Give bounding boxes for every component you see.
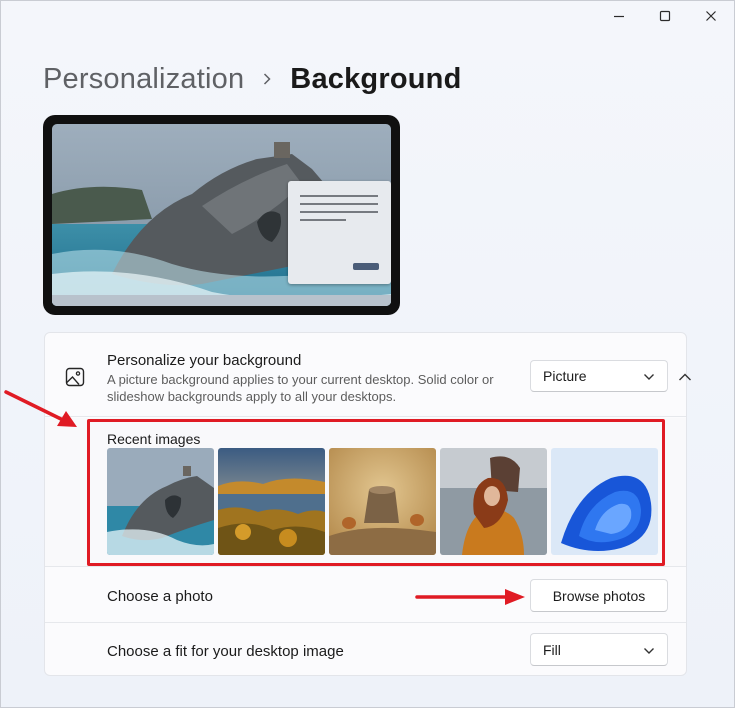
preview-taskbar	[52, 295, 391, 306]
breadcrumb: Personalization Background	[43, 59, 461, 99]
chevron-right-icon	[262, 72, 272, 86]
personalize-background-description: A picture background applies to your cur…	[107, 372, 494, 404]
maximize-button[interactable]	[642, 1, 688, 31]
recent-image-blue-bloom[interactable]	[551, 448, 658, 555]
recent-images-list	[107, 448, 658, 555]
fit-dropdown[interactable]: Fill	[530, 633, 668, 666]
chevron-down-icon	[643, 368, 655, 384]
preview-sample-window	[288, 181, 391, 284]
recent-image-squirrels-on-stump[interactable]	[329, 448, 436, 555]
minimize-icon	[614, 15, 624, 18]
background-type-dropdown[interactable]: Picture	[530, 360, 668, 392]
page-title: Background	[290, 62, 462, 95]
fit-value: Fill	[543, 641, 561, 658]
close-icon	[706, 11, 716, 21]
choose-photo-row: Choose a photo Browse photos	[45, 569, 686, 623]
breadcrumb-parent-link[interactable]: Personalization	[43, 63, 244, 96]
personalize-background-title: Personalize your background	[107, 352, 302, 369]
personalize-background-row[interactable]: Personalize your background A picture ba…	[45, 333, 691, 417]
choose-photo-label: Choose a photo	[107, 588, 213, 605]
chevron-down-icon	[643, 642, 655, 658]
preview-screen	[52, 124, 391, 306]
recent-image-autumn-lake[interactable]	[218, 448, 325, 555]
minimize-button[interactable]	[596, 1, 642, 31]
maximize-icon	[659, 10, 671, 22]
window-controls	[596, 1, 734, 31]
image-icon	[65, 367, 85, 392]
recent-image-woman-by-sea[interactable]	[440, 448, 547, 555]
close-button[interactable]	[688, 1, 734, 31]
choose-fit-row: Choose a fit for your desktop image Fill	[45, 624, 686, 678]
recent-image-coastal-cliff[interactable]	[107, 448, 214, 555]
chevron-up-icon[interactable]	[678, 369, 692, 387]
recent-images-section: Recent images	[45, 418, 686, 567]
desktop-preview	[43, 115, 400, 315]
background-type-value: Picture	[543, 368, 587, 384]
browse-photos-button[interactable]: Browse photos	[530, 579, 668, 612]
recent-images-label: Recent images	[107, 431, 201, 447]
background-settings-card: Personalize your background A picture ba…	[44, 332, 691, 678]
choose-fit-label: Choose a fit for your desktop image	[107, 643, 344, 660]
settings-window: Personalization Background Personalize y…	[0, 0, 735, 708]
